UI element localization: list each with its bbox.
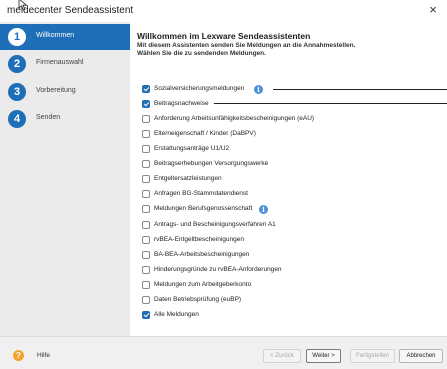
page-description: Mit diesem Assistenten senden Sie Meldun…	[137, 42, 437, 58]
next-button[interactable]: Weiter >	[306, 349, 341, 363]
option-label: Elterneigenschaft / Kinder (DaBPV)	[154, 130, 256, 137]
option-label: Anfragen BG-Stammdatendienst	[154, 190, 248, 197]
help-link[interactable]: Hilfe	[37, 352, 50, 359]
option-label: Sozialversicherungsmeldungen	[154, 85, 245, 92]
pointer-line	[273, 89, 447, 90]
step-firmenauswahl[interactable]: 2 Firmenauswahl	[0, 51, 130, 77]
option-label: Meldungen Berufsgenossenschaft	[154, 205, 253, 212]
title-bar: meldecenter Sendeassistent ×	[0, 0, 447, 22]
page-title: Willkommen im Lexware Sendeassistenten	[137, 31, 311, 41]
option-label: Alle Meldungen	[154, 311, 199, 318]
step-number-badge: 1	[8, 28, 26, 46]
option-label: Beitragserhebungen Versorgungswerke	[154, 160, 269, 167]
checkbox[interactable]	[142, 100, 150, 108]
step-label: Senden	[36, 114, 61, 121]
info-icon[interactable]: i	[259, 205, 268, 214]
checkbox[interactable]	[142, 190, 150, 198]
checkbox[interactable]	[142, 221, 150, 229]
step-vorbereitung[interactable]: 3 Vorbereitung	[0, 79, 130, 105]
step-label: Firmenauswahl	[36, 59, 84, 66]
option-label: Daten Betriebsprüfung (euBP)	[154, 296, 242, 303]
option-label: Antrags- und Bescheinigungsverfahren A1	[154, 221, 276, 228]
back-button[interactable]: < Zurück	[263, 349, 301, 363]
step-willkommen[interactable]: 1 Willkommen	[0, 24, 130, 50]
help-icon[interactable]: ?	[13, 350, 24, 361]
option-label: Hinderungsgründe zu rvBEA-Anforderungen	[154, 266, 282, 273]
option-label: rvBEA-Entgeltbescheinigungen	[154, 236, 244, 243]
step-number-badge: 2	[8, 55, 26, 73]
step-senden[interactable]: 4 Senden	[0, 106, 130, 132]
checkbox[interactable]	[142, 160, 150, 168]
checkbox[interactable]	[142, 236, 150, 244]
mouse-cursor-icon	[18, 0, 28, 11]
checkbox[interactable]	[142, 145, 150, 153]
pointer-line	[214, 103, 447, 104]
description-line: Wählen Sie die zu sendenden Meldungen.	[137, 50, 266, 57]
option-label: Beitragsnachweise	[154, 100, 209, 107]
description-line: Mit diesem Assistenten senden Sie Meldun…	[137, 42, 356, 49]
step-label: Vorbereitung	[36, 87, 76, 94]
footer-bar: ? Hilfe < Zurück Weiter > Fertigstellen …	[0, 336, 447, 369]
checkbox[interactable]	[142, 281, 150, 289]
checkbox[interactable]	[142, 115, 150, 123]
checkbox[interactable]	[142, 130, 150, 138]
option-label: Erstattungsanträge U1/U2	[154, 145, 230, 152]
main-content: Willkommen im Lexware Sendeassistenten M…	[130, 22, 447, 336]
checkbox[interactable]	[142, 175, 150, 183]
option-label: Entgeltersatzleistungen	[154, 175, 222, 182]
close-button[interactable]: ×	[419, 0, 447, 22]
step-number-badge: 4	[8, 110, 26, 128]
close-icon: ×	[429, 2, 437, 17]
cancel-button[interactable]: Abbrechen	[399, 349, 443, 363]
checkbox[interactable]	[142, 311, 150, 319]
info-icon[interactable]: i	[254, 85, 263, 94]
wizard-steps-sidebar: 1 Willkommen 2 Firmenauswahl 3 Vorbereit…	[0, 22, 130, 336]
step-label: Willkommen	[36, 32, 75, 39]
checkbox[interactable]	[142, 296, 150, 304]
checkbox[interactable]	[142, 251, 150, 259]
checkbox[interactable]	[142, 266, 150, 274]
option-label: Meldungen zum Arbeitgeberkonto	[154, 281, 252, 288]
option-label: Anforderung Arbeitsunfähigkeitsbescheini…	[154, 115, 315, 122]
option-label: BA-BEA-Arbeitsbescheinigungen	[154, 251, 250, 258]
checkbox[interactable]	[142, 85, 150, 93]
step-number-badge: 3	[8, 83, 26, 101]
finish-button[interactable]: Fertigstellen	[350, 349, 395, 363]
checkbox[interactable]	[142, 205, 150, 213]
